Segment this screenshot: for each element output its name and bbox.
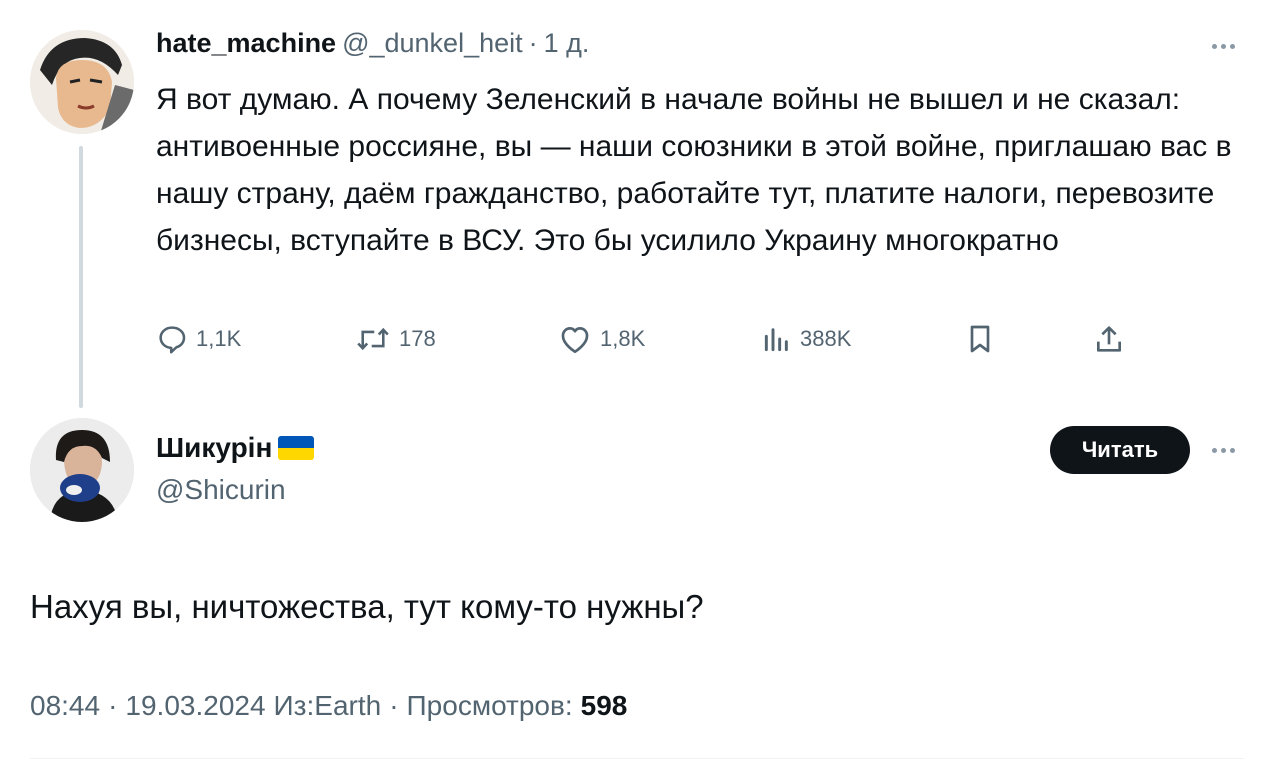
bottom-divider <box>30 758 1244 759</box>
parent-more-button[interactable] <box>1206 40 1240 52</box>
reply-icon <box>159 326 186 354</box>
more-dot-icon <box>1229 447 1235 453</box>
like-count: 1,8K <box>600 326 646 351</box>
views-action[interactable]: 388K <box>762 322 851 356</box>
share-action[interactable] <box>1094 322 1124 356</box>
heart-icon <box>561 327 589 354</box>
thread-connector-line <box>79 146 83 408</box>
retweet-action[interactable]: 178 <box>355 322 436 356</box>
reply-author-row: Шикурін <box>156 432 315 464</box>
reply-date[interactable]: 19.03.2024 <box>125 690 265 722</box>
reply-action[interactable]: 1,1K <box>156 322 241 356</box>
parent-timestamp[interactable]: 1 д. <box>544 28 590 59</box>
reply-time[interactable]: 08:44 <box>30 690 100 722</box>
views-label: Просмотров: <box>406 690 573 721</box>
retweet-count: 178 <box>399 326 436 351</box>
parent-avatar[interactable] <box>30 30 134 134</box>
parent-separator: · <box>528 28 538 58</box>
like-action[interactable]: 1,8K <box>558 322 645 356</box>
views-chart-icon <box>764 328 788 352</box>
reply-avatar-image <box>30 418 134 522</box>
more-dot-icon <box>1211 43 1217 49</box>
share-icon <box>1097 326 1121 352</box>
reply-avatar[interactable] <box>30 418 134 522</box>
views-count-value[interactable]: 598 <box>581 690 628 722</box>
parent-handle[interactable]: @_dunkel_heit <box>342 28 523 59</box>
reply-tweet-text: Нахуя вы, ничтожества, тут кому-то нужны… <box>30 588 704 625</box>
reply-more-button[interactable] <box>1206 444 1240 456</box>
parent-avatar-image <box>30 30 134 134</box>
retweet-icon <box>357 327 389 351</box>
reply-meta-row: 08:44 · 19.03.2024 Из:Earth · Просмотров… <box>30 690 627 722</box>
ukraine-flag-icon <box>278 436 315 460</box>
reply-source: Из:Earth <box>273 690 382 721</box>
bookmark-action[interactable] <box>966 322 994 356</box>
parent-tweet-text: Я вот думаю. А почему Зеленский в начале… <box>156 83 1232 257</box>
reply-count: 1,1K <box>196 326 242 351</box>
reply-display-name[interactable]: Шикурін <box>156 432 272 464</box>
more-dot-icon <box>1220 447 1226 453</box>
parent-display-name[interactable]: hate_machine <box>156 28 336 59</box>
more-dot-icon <box>1229 43 1235 49</box>
views-count: 388K <box>800 326 852 351</box>
meta-separator: · <box>389 690 399 721</box>
follow-button[interactable]: Читать <box>1050 426 1190 474</box>
bookmark-icon <box>970 325 990 353</box>
meta-separator: · <box>108 690 118 721</box>
parent-tweet-header: hate_machine @_dunkel_heit · 1 д. <box>156 28 589 64</box>
more-dot-icon <box>1211 447 1217 453</box>
more-dot-icon <box>1220 43 1226 49</box>
reply-handle[interactable]: @Shicurin <box>156 474 286 506</box>
